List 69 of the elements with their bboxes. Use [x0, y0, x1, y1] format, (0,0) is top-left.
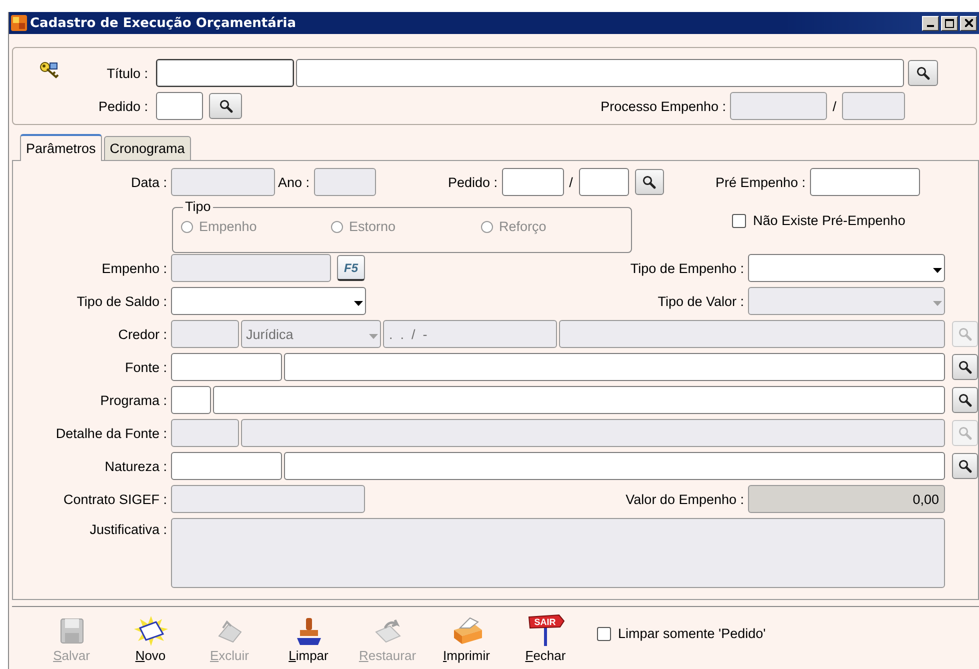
field-label: Tipo de Empenho : — [629, 260, 745, 276]
toolbar-button[interactable]: Limpar — [269, 613, 348, 663]
field-label: Pedido : — [97, 98, 149, 114]
field-label: Contrato SIGEF : — [62, 492, 168, 506]
search-icon — [958, 426, 972, 440]
field-label: Pedido : — [446, 174, 499, 190]
input-field[interactable] — [284, 452, 945, 480]
search-button[interactable] — [952, 387, 978, 413]
input-field[interactable] — [810, 168, 920, 196]
field-label: Justificativa : — [88, 521, 168, 537]
field-label: Empenho : — [100, 260, 168, 276]
separator-label: / — [832, 98, 838, 114]
f5-button[interactable]: F5 — [337, 255, 365, 281]
toolbar-button[interactable]: SAIR Fechar — [506, 613, 585, 663]
separator-label: / — [568, 174, 574, 190]
input-field[interactable] — [213, 386, 945, 414]
search-button[interactable] — [952, 354, 978, 380]
input-field[interactable] — [156, 59, 294, 87]
search-button[interactable] — [952, 453, 978, 479]
input-field[interactable] — [171, 452, 282, 480]
input-field[interactable] — [578, 168, 629, 196]
dropdown-field[interactable] — [171, 287, 366, 315]
field-label: Título : — [106, 66, 149, 80]
field-label: Fonte : — [124, 360, 168, 374]
field-label: Valor do Empenho : — [624, 492, 745, 506]
close-icon — [964, 19, 972, 27]
input-field[interactable] — [171, 386, 211, 414]
field-label: Credor : — [117, 326, 168, 342]
search-icon — [958, 327, 972, 341]
search-icon — [642, 175, 656, 189]
tab[interactable]: Cronograma — [104, 136, 191, 160]
search-button[interactable] — [908, 60, 938, 86]
maximize-icon — [945, 18, 954, 28]
field-label: Pré Empenho : — [714, 174, 807, 190]
field-label: Data : — [130, 174, 168, 190]
input-field[interactable] — [156, 92, 203, 120]
input-field[interactable] — [284, 353, 945, 381]
search-button[interactable] — [209, 93, 242, 119]
field-label: Natureza : — [104, 458, 168, 474]
toolbar-button[interactable]: Novo — [111, 613, 190, 663]
search-icon — [958, 393, 972, 407]
field-label: Tipo de Valor : — [656, 294, 745, 308]
search-icon — [958, 360, 972, 374]
field-label: Processo Empenho : — [600, 98, 727, 114]
keys-icon — [39, 61, 59, 79]
field-label: Tipo de Saldo : — [76, 294, 168, 308]
close-button[interactable] — [960, 16, 977, 30]
field-label: Detalhe da Fonte : — [54, 426, 168, 440]
new-page-icon — [134, 616, 168, 646]
checkbox[interactable]: Não Existe Pré-Empenho — [732, 213, 906, 228]
toolbar-button[interactable]: Imprimir — [427, 613, 506, 663]
dropdown-field[interactable] — [748, 254, 945, 282]
input-field[interactable] — [296, 59, 904, 87]
search-icon — [958, 459, 972, 473]
input-field[interactable] — [502, 168, 564, 196]
field-label: Programa : — [99, 392, 168, 408]
input-field[interactable] — [171, 353, 282, 381]
sign-text: SAIR — [534, 617, 556, 627]
tab[interactable]: Parâmetros — [20, 134, 102, 161]
maximize-button[interactable] — [941, 16, 958, 30]
search-icon — [218, 99, 232, 113]
group-title: Tipo — [183, 199, 213, 215]
app-icon — [11, 15, 27, 31]
window-title: Cadastro de Execução Orçamentária — [30, 16, 298, 30]
checkbox[interactable]: Limpar somente 'Pedido' — [597, 626, 766, 641]
minimize-button[interactable] — [922, 16, 939, 30]
search-icon — [916, 66, 930, 80]
field-label: Ano : — [278, 174, 310, 190]
search-button[interactable] — [634, 169, 664, 195]
